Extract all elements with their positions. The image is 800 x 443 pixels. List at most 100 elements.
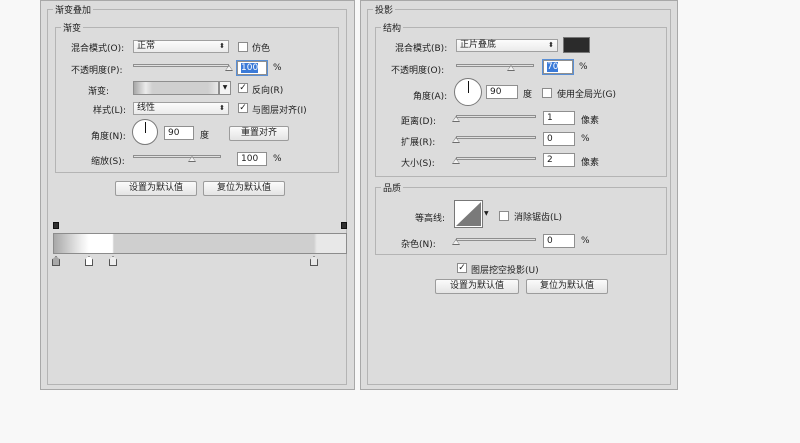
scale-input[interactable]: 100 (237, 152, 267, 166)
angle-dial-needle (145, 122, 146, 133)
angle-unit: 度 (200, 131, 210, 141)
spread-unit: % (581, 134, 590, 144)
check-icon: ✓ (458, 263, 466, 273)
gradient-label: 渐变: (88, 87, 110, 97)
spread-slider-thumb[interactable] (452, 137, 460, 143)
angle-dial[interactable] (132, 119, 158, 145)
spread-label: 扩展(R): (401, 138, 436, 148)
knockout-label: 图层挖空投影(U) (471, 266, 539, 276)
opacity-input[interactable]: 100 (236, 60, 268, 76)
reset-alignment-button[interactable]: 重置对齐 (229, 126, 289, 141)
gradient-editor-bar[interactable] (53, 233, 347, 254)
gradient-overlay-panel: 渐变叠加 渐变 混合模式(O): 正常 ⬍ 仿色 不透明度(P): 100 % … (40, 0, 355, 390)
shadow-angle-label: 角度(A): (413, 92, 448, 102)
gradient-overlay-title: 渐变叠加 (53, 3, 94, 16)
knockout-checkbox[interactable]: ✓ (457, 263, 467, 273)
distance-slider-thumb[interactable] (452, 116, 460, 122)
opacity-slider-track[interactable] (133, 64, 229, 67)
align-layer-label: 与图层对齐(I) (252, 106, 307, 116)
size-slider-thumb[interactable] (452, 158, 460, 164)
anti-alias-checkbox[interactable] (499, 211, 509, 221)
shadow-angle-input[interactable]: 90 (486, 85, 518, 99)
shadow-reset-default-button[interactable]: 复位为默认值 (526, 279, 608, 294)
blend-mode-label: 混合模式(O): (71, 44, 125, 54)
shadow-blend-mode-label: 混合模式(B): (395, 44, 448, 54)
scale-slider-thumb[interactable] (187, 156, 196, 162)
check-icon: ✓ (239, 103, 247, 113)
shadow-opacity-label: 不透明度(O): (391, 66, 445, 76)
noise-slider-thumb[interactable] (452, 239, 460, 245)
shadow-opacity-value: 70 (547, 62, 559, 72)
size-label: 大小(S): (401, 159, 435, 169)
contour-dropdown-arrow[interactable]: ▼ (484, 210, 489, 217)
distance-label: 距离(D): (401, 117, 436, 127)
opacity-stop-left[interactable] (53, 222, 59, 229)
distance-slider-track[interactable] (456, 115, 536, 118)
shadow-opacity-unit: % (579, 62, 588, 72)
shadow-angle-dial-needle (468, 81, 469, 93)
distance-value: 1 (547, 113, 553, 123)
noise-label: 杂色(N): (401, 240, 436, 250)
select-arrows-icon: ⬍ (548, 41, 554, 49)
opacity-slider-thumb[interactable] (225, 65, 233, 71)
shadow-set-default-button[interactable]: 设置为默认值 (435, 279, 519, 294)
style-value: 线性 (137, 103, 156, 113)
shadow-angle-value: 90 (490, 87, 502, 97)
dither-label: 仿色 (252, 44, 271, 54)
angle-input[interactable]: 90 (164, 126, 194, 140)
scale-slider-track[interactable] (133, 155, 221, 158)
select-arrows-icon: ⬍ (219, 42, 225, 50)
opacity-value: 100 (241, 63, 259, 73)
noise-unit: % (581, 236, 590, 246)
select-arrows-icon: ⬍ (219, 104, 225, 112)
shadow-angle-unit: 度 (523, 90, 533, 100)
reverse-label: 反向(R) (252, 86, 284, 96)
angle-label: 角度(N): (91, 132, 126, 142)
style-label: 样式(L): (93, 106, 127, 116)
distance-unit: 像素 (581, 116, 600, 126)
shadow-opacity-slider-track[interactable] (456, 64, 534, 67)
shadow-blend-mode-select[interactable]: 正片叠底 ⬍ (456, 39, 558, 52)
scale-value: 100 (241, 154, 259, 164)
blend-mode-select[interactable]: 正常 ⬍ (133, 40, 229, 53)
shadow-color-swatch[interactable] (563, 37, 590, 53)
shadow-blend-mode-value: 正片叠底 (460, 40, 497, 50)
contour-preview-icon (456, 202, 481, 226)
drop-shadow-title: 投影 (373, 3, 396, 16)
noise-input[interactable]: 0 (543, 234, 575, 248)
check-icon: ✓ (239, 83, 247, 93)
shadow-opacity-slider-thumb[interactable] (506, 65, 515, 71)
spread-input[interactable]: 0 (543, 132, 575, 146)
gradient-picker[interactable] (133, 81, 219, 95)
size-input[interactable]: 2 (543, 153, 575, 167)
structure-group-title: 结构 (381, 21, 404, 34)
global-light-label: 使用全局光(G) (557, 90, 616, 100)
size-value: 2 (547, 155, 553, 165)
spread-slider-track[interactable] (456, 136, 536, 139)
shadow-opacity-input[interactable]: 70 (542, 59, 574, 75)
style-select[interactable]: 线性 ⬍ (133, 102, 229, 115)
reset-default-button[interactable]: 复位为默认值 (203, 181, 285, 196)
size-slider-track[interactable] (456, 157, 536, 160)
blend-mode-value: 正常 (137, 41, 156, 51)
noise-slider-track[interactable] (456, 238, 536, 241)
align-layer-checkbox[interactable]: ✓ (238, 103, 248, 113)
opacity-label: 不透明度(P): (71, 66, 123, 76)
opacity-unit: % (273, 63, 282, 73)
distance-input[interactable]: 1 (543, 111, 575, 125)
quality-group-title: 品质 (381, 181, 404, 194)
reverse-checkbox[interactable]: ✓ (238, 83, 248, 93)
contour-picker[interactable] (454, 200, 483, 228)
opacity-stop-right[interactable] (341, 222, 347, 229)
shadow-angle-dial[interactable] (454, 78, 482, 106)
anti-alias-label: 消除锯齿(L) (514, 213, 563, 223)
size-unit: 像素 (581, 158, 600, 168)
global-light-checkbox[interactable] (542, 88, 552, 98)
drop-shadow-panel: 投影 结构 混合模式(B): 正片叠底 ⬍ 不透明度(O): 70 % 角度(A… (360, 0, 678, 390)
scale-label: 缩放(S): (91, 157, 125, 167)
gradient-group-title: 渐变 (61, 21, 84, 34)
noise-value: 0 (547, 236, 553, 246)
dither-checkbox[interactable] (238, 42, 248, 52)
gradient-picker-dropdown[interactable]: ▼ (219, 81, 231, 95)
set-default-button[interactable]: 设置为默认值 (115, 181, 197, 196)
